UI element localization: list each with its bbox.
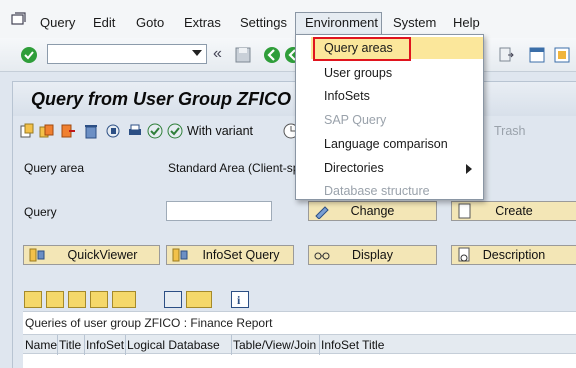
submenu-arrow-icon (466, 164, 472, 174)
info-icon[interactable]: i (231, 291, 249, 308)
command-field[interactable] (47, 44, 207, 64)
query-area-label: Query area (24, 161, 85, 175)
transport-icon[interactable] (105, 123, 121, 139)
menu-item-sap-query: SAP Query (324, 113, 387, 127)
execute-variant-icon[interactable] (167, 123, 183, 139)
svg-text:i: i (237, 293, 241, 307)
menu-item-query-areas[interactable]: Query areas (324, 41, 393, 55)
print-preview-icon[interactable] (164, 291, 182, 308)
column-title[interactable]: Title (59, 338, 81, 352)
column-infoset-title[interactable]: InfoSet Title (321, 338, 384, 352)
help-icon[interactable] (553, 46, 571, 64)
menu-extras[interactable]: Extras (184, 15, 221, 30)
infoset-query-button[interactable]: InfoSet Query (166, 245, 294, 265)
shortcut-icon[interactable] (497, 46, 515, 64)
query-label: Query (24, 205, 57, 219)
menu-system[interactable]: System (393, 15, 436, 30)
print-icon[interactable] (127, 123, 143, 139)
environment-menu: Query areas User groups InfoSets SAP Que… (295, 34, 484, 200)
menu-environment[interactable]: Environment (305, 15, 378, 30)
layout-select-icon[interactable] (186, 291, 212, 308)
sum-icon[interactable] (112, 291, 136, 308)
double-left-icon[interactable]: « (213, 45, 231, 63)
query-area-value: Standard Area (Client-sp (168, 161, 300, 175)
trash-button[interactable]: Trash (494, 124, 526, 138)
menu-item-directories[interactable]: Directories (324, 161, 384, 175)
standard-toolbar: « (0, 38, 576, 72)
menu-bar: Query Edit Goto Extras Settings Environm… (0, 0, 576, 38)
new-icon[interactable] (19, 123, 35, 139)
layout-icon[interactable] (528, 46, 546, 64)
find-icon[interactable] (68, 291, 86, 308)
menu-query[interactable]: Query (40, 15, 75, 30)
check-icon[interactable] (20, 46, 38, 64)
column-table-view-join[interactable]: Table/View/Join (233, 338, 316, 352)
table-title: Queries of user group ZFICO : Finance Re… (25, 316, 273, 330)
column-name[interactable]: Name (25, 338, 57, 352)
page-title: Query from User Group ZFICO (31, 89, 292, 109)
save-icon[interactable] (234, 46, 252, 64)
back-icon[interactable] (263, 46, 281, 64)
copy-icon[interactable] (39, 123, 55, 139)
sap-menu-icon[interactable] (11, 12, 27, 26)
queries-table: Queries of user group ZFICO : Finance Re… (23, 311, 576, 368)
menu-edit[interactable]: Edit (93, 15, 115, 30)
with-variant-button[interactable]: With variant (187, 124, 253, 138)
execute-icon[interactable] (147, 123, 163, 139)
display-button[interactable]: Display (308, 245, 437, 265)
sort-ascending-icon[interactable] (24, 291, 42, 308)
menu-help[interactable]: Help (453, 15, 480, 30)
query-input[interactable] (166, 201, 272, 221)
quickviewer-button[interactable]: QuickViewer (23, 245, 160, 265)
menu-item-database-structure: Database structure (324, 184, 430, 198)
column-infoset[interactable]: InfoSet (86, 338, 124, 352)
column-logical-database[interactable]: Logical Database (127, 338, 220, 352)
change-button[interactable]: Change (308, 201, 437, 221)
menu-item-infosets[interactable]: InfoSets (324, 89, 370, 103)
rename-icon[interactable] (61, 123, 77, 139)
menu-item-language-comparison[interactable]: Language comparison (324, 137, 448, 151)
delete-icon[interactable] (83, 123, 99, 139)
create-button[interactable]: Create (451, 201, 576, 221)
menu-item-user-groups[interactable]: User groups (324, 66, 392, 80)
menu-goto[interactable]: Goto (136, 15, 164, 30)
table-header: Name Title InfoSet Logical Database Tabl… (23, 334, 576, 355)
menu-settings[interactable]: Settings (240, 15, 287, 30)
dropdown-icon[interactable] (192, 50, 202, 56)
sort-descending-icon[interactable] (46, 291, 64, 308)
description-button[interactable]: Description (451, 245, 576, 265)
filter-icon[interactable] (90, 291, 108, 308)
main-area: Query from User Group ZFICO With variant… (12, 81, 576, 368)
